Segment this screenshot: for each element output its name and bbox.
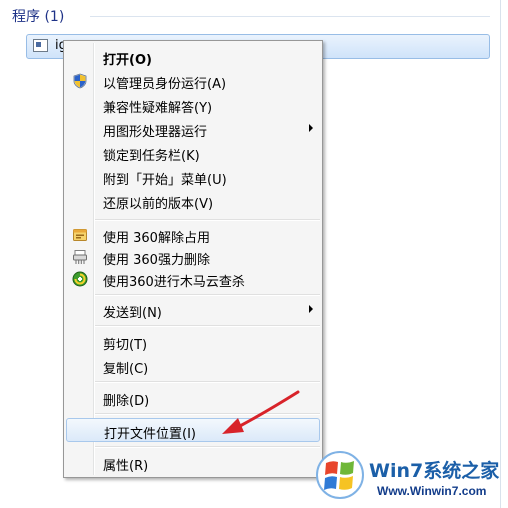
annotation-red-arrow — [222, 390, 300, 434]
watermark: Win7系统之家 Www.Winwin7.com — [313, 448, 505, 506]
watermark-url: Www.Winwin7.com — [377, 484, 487, 498]
windows-logo-icon — [316, 451, 364, 499]
watermark-title: Win7系统之家 — [369, 460, 500, 482]
